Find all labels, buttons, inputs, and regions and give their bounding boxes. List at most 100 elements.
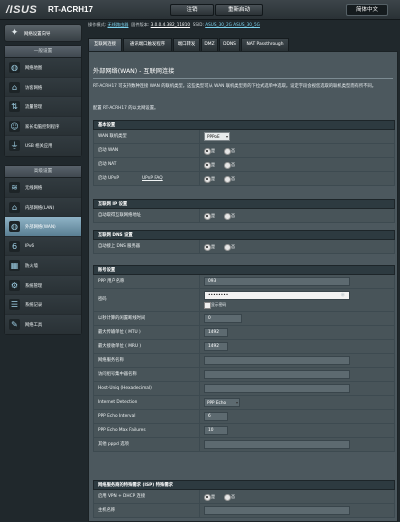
auto-ip-no-radio[interactable]: 否 bbox=[224, 213, 235, 220]
sidebar-item-wan[interactable]: ◍ 外部网络(WAN) bbox=[5, 217, 81, 237]
sidebar-item-traffic-manager[interactable]: ⇅ 流量管理 bbox=[5, 97, 81, 117]
firewall-icon: ▦ bbox=[9, 260, 20, 271]
vpn-dhcp-yes-radio[interactable]: 是 bbox=[204, 494, 215, 501]
sidebar-item-network-map[interactable]: ◍ 网络地图 bbox=[5, 58, 81, 78]
ppp-password-input[interactable]: •••••••• ◉ bbox=[204, 291, 350, 300]
service-name-input[interactable] bbox=[204, 356, 350, 365]
wan-ip-section: 互联网 IP 设置 自动取得互联网络地址 是 否 bbox=[93, 199, 395, 223]
top-banner: /ISUS RT-ACRH17 注销 重新启动 简体中文 bbox=[0, 0, 400, 20]
access-concentrator-input[interactable] bbox=[204, 370, 350, 379]
hostname-row: 主机名称 bbox=[93, 504, 395, 518]
row-label: 启用 VPN + DHCP 连接 bbox=[98, 490, 200, 503]
enable-upnp-no-radio[interactable]: 否 bbox=[224, 176, 235, 183]
internet-detection-select[interactable]: PPP Echo bbox=[204, 398, 240, 407]
password-value: •••••••• bbox=[208, 293, 229, 298]
section-title: 网络服务商的特殊需求 (ISP) 特殊需求 bbox=[93, 480, 395, 490]
row-label: 访问组号集中器名称 bbox=[98, 368, 200, 381]
username-row: PPP 用户名称 093 bbox=[93, 275, 395, 289]
vpn-dhcp-row: 启用 VPN + DHCP 连接 是 否 bbox=[93, 490, 395, 504]
row-label: WAN 联机类型 bbox=[98, 130, 200, 143]
auto-ip-yes-radio[interactable]: 是 bbox=[204, 213, 215, 220]
row-label: 启动 WAN bbox=[98, 144, 200, 157]
sidebar-item-label: USB 相关应用 bbox=[25, 144, 53, 149]
auto-dns-yes-radio[interactable]: 是 bbox=[204, 244, 215, 251]
sidebar-item-label: 内部网络(LAN) bbox=[25, 205, 55, 211]
sidebar-item-system-log[interactable]: ☰ 系统记录 bbox=[5, 295, 81, 315]
section-title: 账号设置 bbox=[93, 265, 395, 275]
row-label: Internet Detection bbox=[98, 396, 200, 409]
sidebar-item-label: IPv6 bbox=[25, 243, 35, 249]
log-icon: ☰ bbox=[9, 299, 20, 310]
sidebar-item-label: 网络地图 bbox=[25, 66, 43, 71]
section-title: 互联网 IP 设置 bbox=[93, 199, 395, 209]
globe-icon: ◍ bbox=[9, 62, 20, 73]
enable-upnp-row: 启动 UPnP UPnP FAQ 是 否 bbox=[93, 172, 395, 186]
enable-nat-yes-radio[interactable]: 是 bbox=[204, 162, 215, 169]
wan-type-select[interactable]: PPPoE bbox=[204, 132, 230, 141]
extra-pppd-options-input[interactable] bbox=[204, 440, 350, 449]
auto-dns-row: 自动接上 DNS 服务器 是 否 bbox=[93, 240, 395, 254]
language-select[interactable]: 简体中文 bbox=[346, 4, 388, 16]
tab-port-forwarding[interactable]: 端口转发 bbox=[173, 38, 200, 51]
row-label: 自动取得互联网络地址 bbox=[98, 209, 200, 222]
wizard-label: 网络设置向导 bbox=[24, 32, 51, 37]
operation-mode-link[interactable]: 无线路由器 bbox=[108, 22, 129, 27]
tab-ddns[interactable]: DDNS bbox=[219, 38, 240, 51]
model-name: RT-ACRH17 bbox=[48, 5, 93, 14]
account-settings-section: 账号设置 PPP 用户名称 093 密码 •••••••• ◉ 显示密码 以秒计… bbox=[93, 265, 395, 452]
mtu-input[interactable]: 1492 bbox=[204, 328, 228, 337]
sidebar-item-label: 系统管理 bbox=[25, 283, 43, 289]
sidebar-item-administration[interactable]: ⚙ 系统管理 bbox=[5, 275, 81, 295]
ppp-username-input[interactable]: 093 bbox=[204, 277, 350, 286]
sidebar-item-firewall[interactable]: ▦ 防火墙 bbox=[5, 256, 81, 276]
mru-input[interactable]: 1492 bbox=[204, 342, 228, 351]
enable-upnp-yes-radio[interactable]: 是 bbox=[204, 176, 215, 183]
section-title: 基本设置 bbox=[93, 120, 395, 130]
sidebar-item-guest-network[interactable]: ⌂ 访客网络 bbox=[5, 77, 81, 97]
sidebar-item-wireless[interactable]: ≋ 无线网络 bbox=[5, 178, 81, 198]
show-password-checkbox[interactable]: 显示密码 bbox=[204, 302, 226, 309]
content-panel: 外部网络(WAN) - 互联网连接 RT-ACRH17 可支持数种连接 WAN … bbox=[88, 51, 398, 522]
sidebar-item-lan[interactable]: ⌂ 内部网络(LAN) bbox=[5, 197, 81, 217]
sidebar-item-ipv6[interactable]: 6 IPv6 bbox=[5, 236, 81, 256]
sidebar-item-parental-control[interactable]: ☺ 家长电脑控制程序 bbox=[5, 116, 81, 136]
reboot-button[interactable]: 重新启动 bbox=[215, 4, 263, 16]
sidebar-item-network-tools[interactable]: ✎ 网络工具 bbox=[5, 314, 81, 334]
parental-control-icon: ☺ bbox=[9, 120, 20, 132]
enable-nat-no-radio[interactable]: 否 bbox=[224, 162, 235, 169]
asus-logo: /ISUS bbox=[6, 4, 38, 16]
logout-button[interactable]: 注销 bbox=[170, 4, 214, 16]
row-label: 启动 NAT bbox=[98, 158, 200, 171]
host-uniq-input[interactable] bbox=[204, 384, 350, 393]
tab-dmz[interactable]: DMZ bbox=[201, 38, 218, 51]
row-label: 最大传输单位 ( MTU ) bbox=[98, 326, 200, 339]
row-label: 以秒计算的闲置断线时间 bbox=[98, 312, 200, 325]
idle-timeout-input[interactable]: 0 bbox=[204, 314, 242, 323]
enable-wan-yes-radio[interactable]: 是 bbox=[204, 148, 215, 155]
auto-dns-no-radio[interactable]: 否 bbox=[224, 244, 235, 251]
tab-nat-passthrough[interactable]: NAT Passthrough bbox=[241, 38, 289, 51]
upnp-faq-link[interactable]: UPnP FAQ bbox=[142, 172, 163, 185]
vpn-dhcp-no-radio[interactable]: 否 bbox=[224, 494, 235, 501]
service-name-row: 网络服务名称 bbox=[93, 354, 395, 368]
echo-max-failures-input[interactable]: 10 bbox=[204, 426, 228, 435]
mru-row: 最大接收单位 ( MRU ) 1492 bbox=[93, 340, 395, 354]
sidebar-item-usb-application[interactable]: ⏚ USB 相关应用 bbox=[5, 136, 81, 156]
hostname-input[interactable] bbox=[204, 506, 350, 515]
tab-port-trigger[interactable]: 通讯端口触发程序 bbox=[123, 38, 172, 51]
quick-setup-wizard-button[interactable]: ✦ 网络设置向导 bbox=[4, 24, 82, 42]
advanced-settings-panel: 高级设置 ≋ 无线网络 ⌂ 内部网络(LAN) ◍ 外部网络(WAN) 6 IP… bbox=[4, 165, 82, 335]
ssid-value[interactable]: ASUS_30_2G ASUS_30_5G bbox=[205, 22, 260, 27]
firmware-version-link[interactable]: 3.0.0.4.382_11810 bbox=[151, 22, 190, 27]
echo-interval-input[interactable]: 6 bbox=[204, 412, 228, 421]
row-label: 启动 UPnP UPnP FAQ bbox=[98, 172, 200, 185]
sidebar-item-label: 外部网络(WAN) bbox=[25, 225, 56, 230]
echo-interval-row: PPP Echo Interval 6 bbox=[93, 410, 395, 424]
sidebar-item-label: 家长电脑控制程序 bbox=[25, 124, 60, 130]
extra-pppd-options-row: 其他 pppd 选项 bbox=[93, 438, 395, 452]
title-divider bbox=[93, 78, 393, 79]
page-description: RT-ACRH17 可支持数种连接 WAN 的联机类型。这些类型可从 WAN 联… bbox=[93, 84, 377, 89]
eye-icon[interactable]: ◉ bbox=[341, 292, 345, 299]
enable-wan-no-radio[interactable]: 否 bbox=[224, 148, 235, 155]
tab-internet-connection[interactable]: 互联网连接 bbox=[88, 38, 122, 51]
